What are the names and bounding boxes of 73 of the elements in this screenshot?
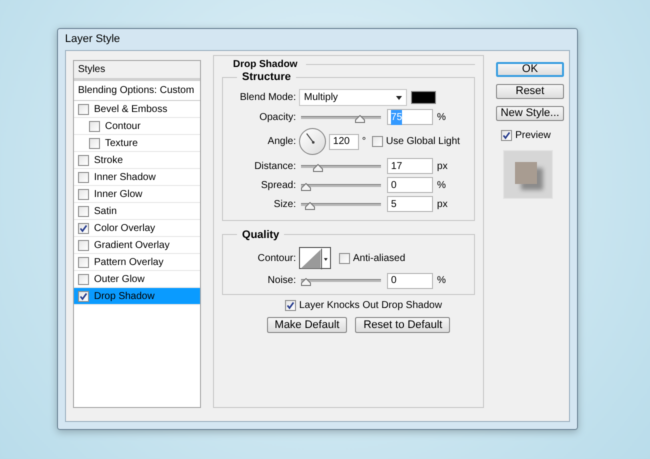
checkbox[interactable] (89, 120, 100, 132)
value-field[interactable]: 17 (387, 158, 434, 174)
value-field[interactable]: 0 (387, 177, 434, 193)
value-field[interactable]: 0 (387, 272, 434, 288)
field-label: Contour: (256, 252, 298, 266)
list-item[interactable]: Satin (74, 203, 200, 220)
slider-thumb[interactable] (301, 182, 312, 190)
unit-label: ° (362, 135, 366, 149)
unit-label: % (437, 178, 446, 192)
list-item[interactable]: Inner Glow (74, 186, 200, 203)
blend-mode-dropdown[interactable]: Multiply (299, 89, 408, 106)
dialog-button[interactable]: Reset to Default (355, 317, 450, 333)
dialog-button[interactable]: OK (496, 62, 564, 77)
group-title: Drop Shadow (232, 58, 298, 72)
color-swatch[interactable] (411, 91, 436, 104)
angle-needle-icon (306, 133, 316, 144)
checkbox[interactable] (372, 136, 384, 147)
list-item[interactable]: Contour (74, 118, 200, 135)
list-item[interactable]: Outer Glow (74, 271, 200, 288)
unit-label: px (437, 198, 448, 212)
field-label: Angle: (266, 135, 298, 149)
preview-thumbnail (503, 150, 553, 199)
slider-thumb[interactable] (301, 278, 312, 286)
window-title: Layer Style (65, 32, 120, 48)
field-label: Noise: (266, 274, 298, 288)
checkbox[interactable] (78, 154, 89, 166)
checkbox[interactable] (78, 188, 89, 200)
checkbox[interactable] (78, 104, 89, 114)
checkbox[interactable] (78, 172, 89, 182)
slider-thumb[interactable] (304, 202, 315, 210)
checkbox-label: Use Global Light (386, 135, 460, 149)
checkbox[interactable] (89, 138, 100, 148)
group-title: Quality (241, 228, 280, 242)
slider-thumb[interactable] (313, 164, 324, 172)
checkbox[interactable] (78, 274, 89, 284)
checkbox[interactable] (78, 222, 89, 234)
dialog-button[interactable]: Reset (496, 84, 564, 99)
checkbox[interactable] (78, 206, 89, 216)
unit-label: px (437, 160, 448, 174)
checkbox[interactable] (78, 290, 89, 302)
checkbox-label: Layer Knocks Out Drop Shadow (299, 299, 442, 313)
list-item[interactable]: Drop Shadow (74, 288, 200, 305)
checkbox-label: Preview (515, 129, 551, 143)
checkbox[interactable] (285, 300, 296, 311)
field-label: Opacity: (258, 110, 298, 124)
list-item[interactable]: Gradient Overlay (74, 237, 200, 254)
group-title: Structure (241, 70, 292, 85)
dialog-button[interactable]: New Style... (496, 106, 564, 121)
field-label: Distance: (253, 160, 298, 174)
list-item[interactable]: Bevel & Emboss (74, 101, 200, 118)
list-item[interactable]: Stroke (74, 152, 200, 169)
value-field[interactable]: 120 (329, 134, 360, 150)
angle-dial[interactable] (299, 128, 326, 155)
slider-thumb[interactable] (355, 114, 366, 122)
caret-icon (396, 96, 402, 100)
field-label: Spread: (260, 178, 298, 192)
field-label: Size: (272, 198, 298, 212)
checkbox[interactable] (78, 240, 89, 250)
dialog-button[interactable]: Make Default (266, 317, 348, 333)
list-item[interactable]: Inner Shadow (74, 169, 200, 186)
value-field[interactable]: 5 (387, 196, 434, 212)
checkbox[interactable] (501, 130, 512, 141)
list-item[interactable]: Color Overlay (74, 220, 200, 237)
checkbox[interactable] (339, 252, 350, 264)
checkbox-label: Anti-aliased (353, 252, 406, 266)
panel-header: Styles (74, 61, 200, 81)
list-item[interactable]: Pattern Overlay (74, 254, 200, 271)
checkbox[interactable] (78, 256, 89, 268)
contour-picker[interactable] (299, 247, 332, 269)
unit-label: % (437, 274, 446, 288)
field-label: Blend Mode: (238, 91, 298, 105)
unit-label: % (437, 110, 446, 124)
list-item[interactable]: Texture (74, 135, 200, 152)
